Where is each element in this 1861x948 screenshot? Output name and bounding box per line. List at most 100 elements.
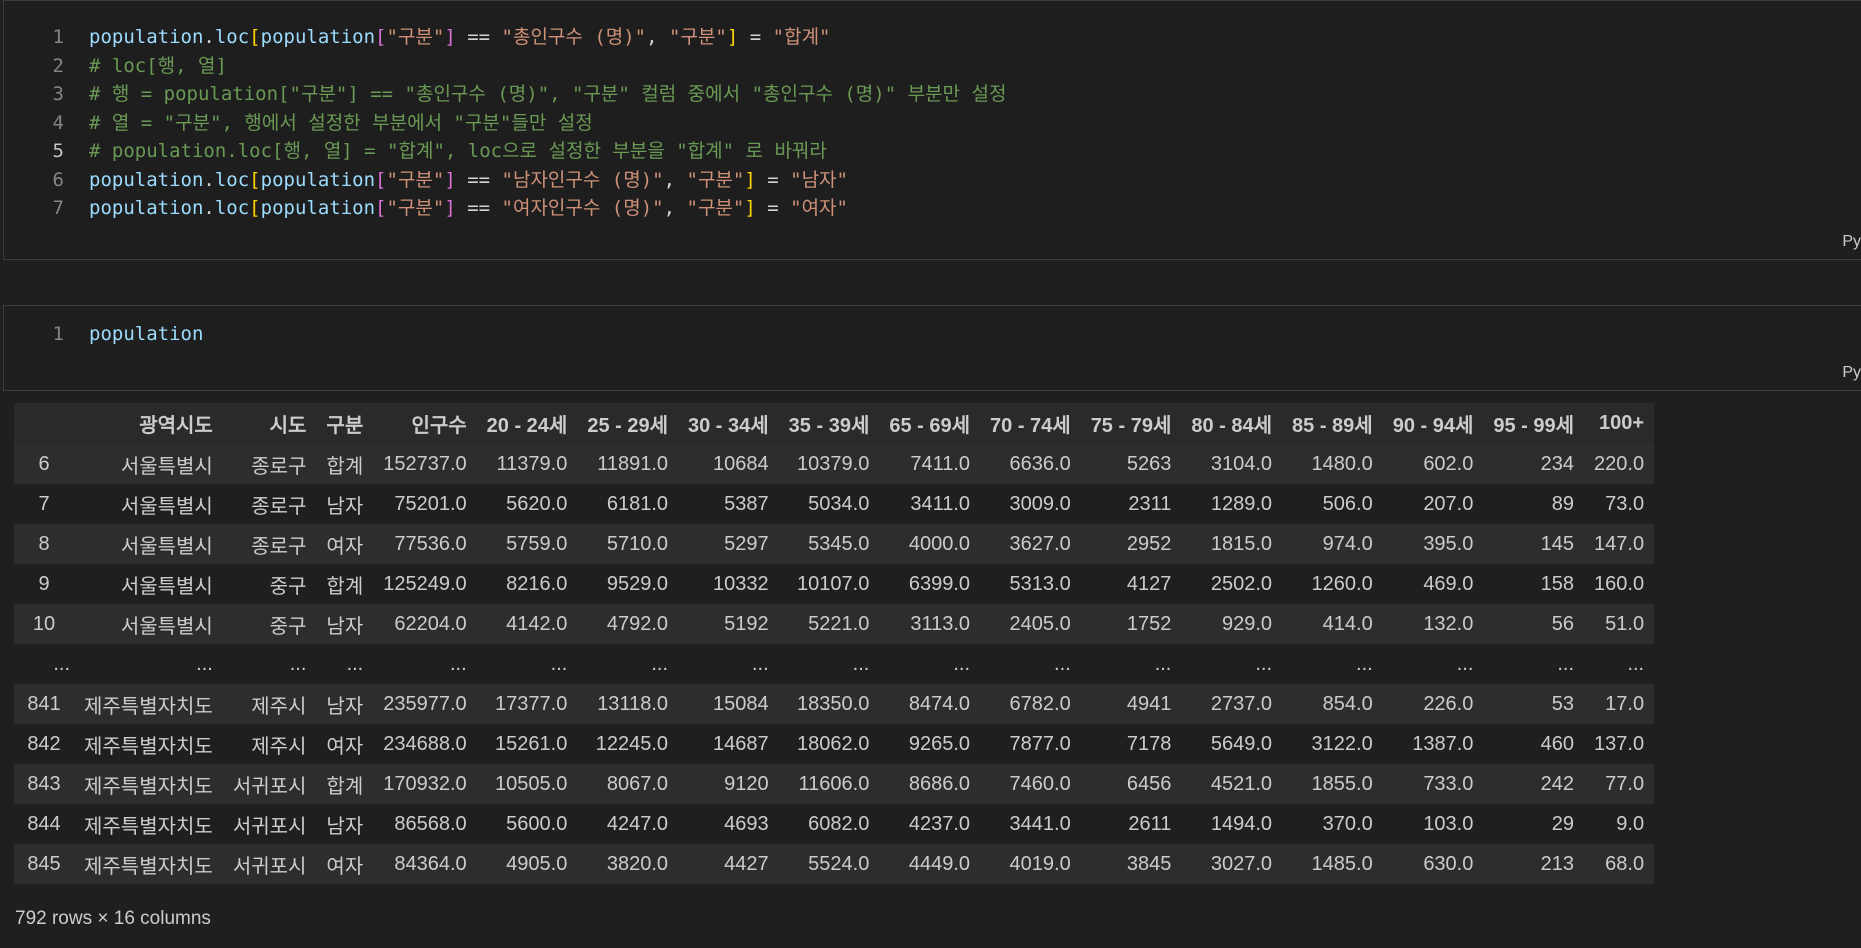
code-token: population	[260, 197, 376, 219]
table-cell: 4019.0	[1009, 852, 1071, 875]
table-cell: 여자	[326, 735, 364, 758]
table-cell: 75201.0	[394, 492, 467, 515]
table-cell: 11606.0	[798, 772, 870, 795]
table-cell: 9.0	[1616, 812, 1645, 835]
table-cell: 제주특별자치도	[84, 855, 213, 878]
column-header: 100+	[1599, 412, 1645, 434]
table-cell: 10107.0	[797, 572, 870, 595]
table-cell: 제주특별자치도	[84, 815, 213, 838]
code-token: ]	[444, 197, 456, 219]
table-cell: 3027.0	[1210, 852, 1273, 875]
table-cell: 4905.0	[506, 852, 568, 875]
table-cell: 서귀포시	[232, 775, 307, 798]
table-cell: 125249.0	[383, 572, 467, 595]
code-line[interactable]: 1 population	[4, 320, 204, 348]
row-index: 844	[27, 812, 61, 835]
table-cell: ...	[289, 652, 307, 675]
code-token: ,	[663, 168, 687, 191]
table-cell: 합계	[326, 575, 364, 598]
table-cell: ...	[1154, 652, 1172, 675]
code-token: population	[89, 197, 204, 219]
code-line[interactable]: 1 population.loc[population["구분"] == "총인구…	[4, 23, 831, 51]
table-cell: 2952	[1126, 532, 1172, 555]
table-cell: 10379.0	[797, 452, 870, 475]
table-cell: 3122.0	[1311, 732, 1373, 755]
cell-language-label[interactable]: Py	[1842, 364, 1861, 382]
code-line[interactable]: 3 # 행 = population["구분"] == "총인구수 (명)", "…	[4, 80, 1007, 108]
table-cell: ...	[852, 652, 870, 675]
table-cell: ...	[1557, 652, 1575, 675]
column-header: 25 - 29세	[587, 415, 668, 437]
table-cell: 56	[1551, 612, 1575, 635]
table-cell: 5345.0	[808, 532, 870, 555]
table-cell: 103.0	[1423, 812, 1474, 835]
row-index: 10	[32, 612, 56, 635]
table-cell: 7460.0	[1009, 772, 1071, 795]
cell-language-label[interactable]: Py	[1842, 233, 1861, 251]
table-cell: 4247.0	[606, 812, 668, 835]
table-cell: 77.0	[1605, 772, 1645, 795]
row-index: 845	[27, 852, 61, 875]
table-cell: 7178	[1126, 732, 1172, 755]
code-token: population	[89, 26, 204, 48]
code-token: loc	[214, 197, 250, 219]
table-cell: 중구	[269, 575, 307, 598]
column-header: 65 - 69세	[889, 415, 971, 437]
code-line[interactable]: 6 population.loc[population["구분"] == "남자인…	[4, 166, 848, 194]
table-cell: 17377.0	[495, 692, 568, 715]
table-cell: 종로구	[251, 495, 307, 518]
table-cell: 1387.0	[1412, 732, 1474, 755]
line-number: 3	[52, 83, 64, 105]
row-index: 6	[38, 452, 50, 475]
table-cell: 제주시	[251, 735, 307, 758]
table-cell: 17.0	[1605, 692, 1645, 715]
table-cell: 62204.0	[394, 612, 467, 635]
table-cell: 6082.0	[808, 812, 870, 835]
table-cell: 234	[1540, 452, 1575, 475]
line-number: 4	[52, 111, 64, 134]
table-row: 6 서울특별시 종로구 합계 152737.0 11379.0 11891.0 10684 10…	[14, 444, 1655, 484]
table-cell: 29	[1551, 812, 1575, 835]
table-cell: ...	[651, 652, 668, 675]
line-number: 6	[52, 168, 64, 191]
code-cell-2[interactable]: 1 population Py	[3, 305, 1861, 391]
table-cell: 남자	[326, 495, 364, 518]
table-cell: 220.0	[1594, 452, 1645, 475]
table-cell: 3009.0	[1009, 492, 1071, 515]
table-cell: ...	[953, 652, 971, 675]
table-cell: 서울특별시	[120, 615, 213, 638]
table-cell: 종로구	[251, 535, 307, 558]
table-cell: 84364.0	[394, 852, 467, 875]
table-cell: 5263	[1126, 452, 1172, 475]
code-token: # loc[행, 열]	[89, 54, 227, 77]
table-cell: 4449.0	[908, 852, 971, 875]
table-cell: 506.0	[1322, 492, 1373, 515]
table-cell: 89	[1551, 492, 1575, 515]
table-cell: 77536.0	[394, 532, 467, 555]
row-index: 841	[27, 692, 61, 715]
code-line[interactable]: 7 population.loc[population["구분"] == "여자인…	[4, 194, 848, 222]
table-row: 843 제주특별자치도 서귀포시 합계 170932.0 10505.0 8067.0 912…	[14, 764, 1655, 804]
table-cell: 6782.0	[1009, 692, 1071, 715]
table-cell: 1480.0	[1311, 452, 1373, 475]
code-token: "여자인구수 (명)"	[501, 197, 664, 219]
table-cell: 145	[1540, 532, 1575, 555]
code-cell-1[interactable]: 1 population.loc[population["구분"] == "총인구…	[3, 0, 1861, 260]
table-cell: 18350.0	[797, 692, 870, 715]
code-line[interactable]: 4 # 열 = "구분", 행에서 설정한 부분에서 "구분"들만 설정	[4, 109, 593, 137]
code-token: ]	[744, 197, 756, 219]
table-row: 10 서울특별시 중구 남자 62204.0 4142.0 4792.0 5192 5221.0…	[14, 604, 1655, 644]
table-cell: 9529.0	[606, 572, 668, 595]
line-number: 1	[52, 26, 64, 48]
code-line[interactable]: 5 # population.loc[행, 열] = "합계", loc으로 설정…	[4, 137, 827, 165]
code-token: [	[375, 197, 387, 219]
table-cell: 서귀포시	[232, 855, 307, 878]
table-cell: ...	[1456, 652, 1474, 675]
code-line[interactable]: 2 # loc[행, 열]	[4, 52, 227, 80]
table-cell: 3441.0	[1009, 812, 1071, 835]
code-token: "구분"	[669, 26, 727, 48]
table-cell: 132.0	[1423, 612, 1474, 635]
table-row: ........................................…	[14, 644, 1655, 684]
table-cell: 152737.0	[383, 452, 467, 475]
table-cell: 630.0	[1423, 852, 1474, 875]
